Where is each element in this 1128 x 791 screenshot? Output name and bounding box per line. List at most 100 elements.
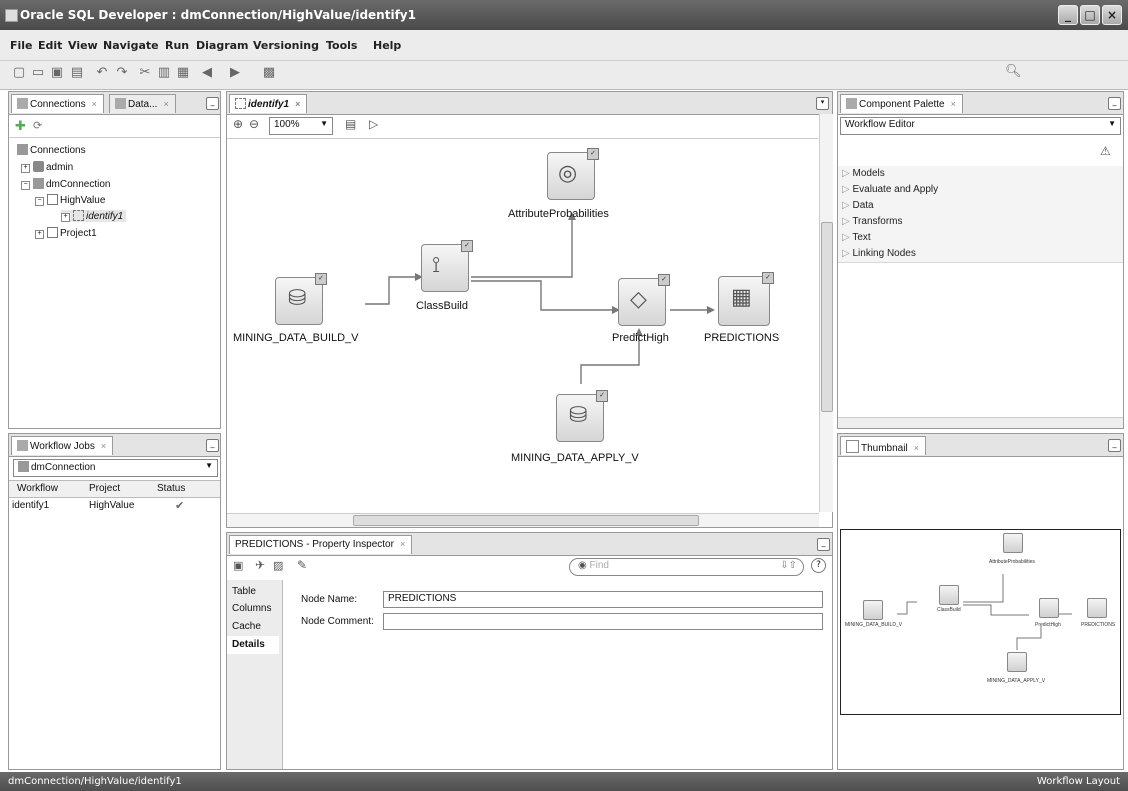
table-header: Workflow Project Status	[9, 480, 220, 498]
pin-icon[interactable]: ✈	[255, 558, 265, 572]
close-button[interactable]: ×	[1102, 5, 1122, 25]
tab-property-inspector[interactable]: PREDICTIONS - Property Inspector ×	[229, 535, 413, 554]
new-icon[interactable]: ▢	[12, 66, 26, 80]
collapse-icon[interactable]: −	[35, 197, 44, 206]
node-predictions-label: PREDICTIONS	[704, 332, 780, 344]
close-icon[interactable]: ×	[951, 99, 956, 109]
close-icon[interactable]: ×	[163, 99, 168, 109]
connection-select[interactable]: dmConnection ▼	[13, 459, 218, 477]
expand-icon: ▷	[842, 200, 850, 211]
open-icon[interactable]: ▭	[31, 66, 45, 80]
close-icon[interactable]: ×	[400, 539, 405, 549]
side-tab-details[interactable]: Details	[227, 636, 279, 654]
node-predict[interactable]: ◇ ✓	[618, 274, 670, 326]
menu-help[interactable]: Help	[373, 39, 401, 52]
vertical-scrollbar[interactable]	[819, 114, 833, 512]
minimize-panel-icon[interactable]: _	[1108, 439, 1121, 452]
palette-footer	[838, 417, 1123, 428]
tree-admin[interactable]: + admin	[21, 161, 73, 173]
collapse-icon[interactable]: −	[21, 181, 30, 190]
col-status[interactable]: Status	[157, 483, 185, 494]
tab-data[interactable]: Data... ×	[109, 94, 176, 113]
close-icon[interactable]: ×	[101, 441, 106, 451]
edit-icon[interactable]: ▨	[273, 559, 283, 572]
tab-component-palette[interactable]: Component Palette ×	[840, 94, 963, 113]
minimize-panel-icon[interactable]: _	[1108, 97, 1121, 110]
minimize-panel-icon[interactable]: _	[206, 97, 219, 110]
col-project[interactable]: Project	[89, 483, 120, 494]
node-apply-data[interactable]: ⛁ ✓	[556, 390, 608, 442]
palette-section-linking[interactable]: ▷ Linking Nodes	[838, 246, 1123, 263]
paste-icon[interactable]: ▦	[176, 66, 190, 80]
tree-highvalue[interactable]: − HighValue	[35, 194, 105, 206]
window-title: Oracle SQL Developer : dmConnection/High…	[20, 8, 416, 22]
copy-icon[interactable]: ▥	[157, 66, 171, 80]
side-tab-cache[interactable]: Cache	[232, 621, 261, 632]
node-build-data[interactable]: ⛁ ✓	[275, 273, 327, 325]
freeze-icon[interactable]: ▣	[233, 559, 243, 572]
tab-workflow-jobs[interactable]: Workflow Jobs ×	[11, 436, 114, 455]
node-attrprob[interactable]: ◎ ✓	[547, 148, 599, 200]
close-icon[interactable]: ×	[92, 99, 97, 109]
palette-section-models[interactable]: ▷ Models	[838, 166, 1123, 183]
node-predictions[interactable]: ▦ ✓	[718, 272, 774, 326]
expand-icon[interactable]: +	[35, 230, 44, 239]
menu-run[interactable]: Run	[165, 39, 189, 52]
menu-navigate[interactable]: Navigate	[103, 39, 159, 52]
cut-icon[interactable]: ✂	[138, 66, 152, 80]
maximize-button[interactable]: □	[1080, 5, 1100, 25]
node-classbuild[interactable]: ⟟ ✓	[421, 240, 473, 292]
scroll-thumb[interactable]	[821, 222, 833, 412]
forward-icon[interactable]: ▶	[228, 66, 242, 80]
palette-section-text[interactable]: ▷ Text	[838, 230, 1123, 247]
tree-dmconnection[interactable]: − dmConnection	[21, 178, 110, 190]
menu-diagram[interactable]: Diagram	[196, 39, 249, 52]
horizontal-scrollbar[interactable]	[227, 513, 819, 527]
menu-file[interactable]: File	[10, 39, 33, 52]
tab-connections[interactable]: Connections ×	[11, 94, 104, 113]
scroll-thumb[interactable]	[353, 515, 699, 526]
minimize-panel-icon[interactable]: _	[817, 538, 830, 551]
thumbnail-viewport[interactable]: MINING_DATA_BUILD_V ClassBuild Attribute…	[840, 529, 1121, 715]
menu-view[interactable]: View	[68, 39, 98, 52]
expand-icon[interactable]: +	[21, 164, 30, 173]
pencil-icon[interactable]: ✎	[297, 558, 307, 572]
table-row[interactable]: identify1 HighValue ✔	[9, 498, 220, 514]
node-apply-label: MINING_DATA_APPLY_V	[511, 452, 639, 464]
back-icon[interactable]: ◀	[200, 66, 214, 80]
tree-root[interactable]: Connections	[17, 144, 86, 156]
col-workflow[interactable]: Workflow	[17, 483, 58, 494]
redo-icon[interactable]: ↷	[115, 66, 129, 80]
node-comment-field[interactable]	[383, 613, 823, 630]
tree-identify1[interactable]: + identify1	[61, 210, 127, 222]
apply-icon: ◇	[630, 287, 647, 312]
palette-section-evaluate[interactable]: ▷ Evaluate and Apply	[838, 182, 1123, 199]
minimize-panel-icon[interactable]: _	[206, 439, 219, 452]
undo-icon[interactable]: ↶	[95, 66, 109, 80]
project-icon	[47, 194, 58, 205]
project-icon	[47, 227, 58, 238]
menu-edit[interactable]: Edit	[38, 39, 62, 52]
save-icon[interactable]: ▣	[50, 66, 64, 80]
save-all-icon[interactable]: ▤	[70, 66, 84, 80]
expand-icon[interactable]: +	[61, 213, 70, 222]
search-icon[interactable]: 🔍︎	[1005, 65, 1022, 79]
find-input[interactable]: ◉ Find ⇩⇧	[569, 558, 804, 576]
palette-section-transforms[interactable]: ▷ Transforms	[838, 214, 1123, 231]
menu-tools[interactable]: Tools	[326, 39, 357, 52]
palette-section-data[interactable]: ▷ Data	[838, 198, 1123, 215]
side-tab-table[interactable]: Table	[232, 586, 256, 597]
minimize-button[interactable]: _	[1058, 5, 1078, 25]
help-icon[interactable]: ?	[811, 558, 826, 573]
tab-thumbnail[interactable]: Thumbnail ×	[840, 436, 926, 455]
side-tab-columns[interactable]: Columns	[232, 603, 271, 614]
add-connection-icon[interactable]: ✚	[15, 119, 26, 134]
refresh-icon[interactable]: ⟳	[33, 119, 42, 132]
close-icon[interactable]: ×	[914, 443, 919, 453]
sql-worksheet-icon[interactable]: ▩	[262, 66, 276, 80]
menu-versioning[interactable]: Versioning	[253, 39, 319, 52]
node-name-field[interactable]: PREDICTIONS	[383, 591, 823, 608]
find-nav-icon[interactable]: ⇩⇧	[780, 560, 797, 571]
palette-select[interactable]: Workflow Editor ▼	[840, 117, 1121, 135]
tree-project1[interactable]: + Project1	[35, 227, 97, 239]
